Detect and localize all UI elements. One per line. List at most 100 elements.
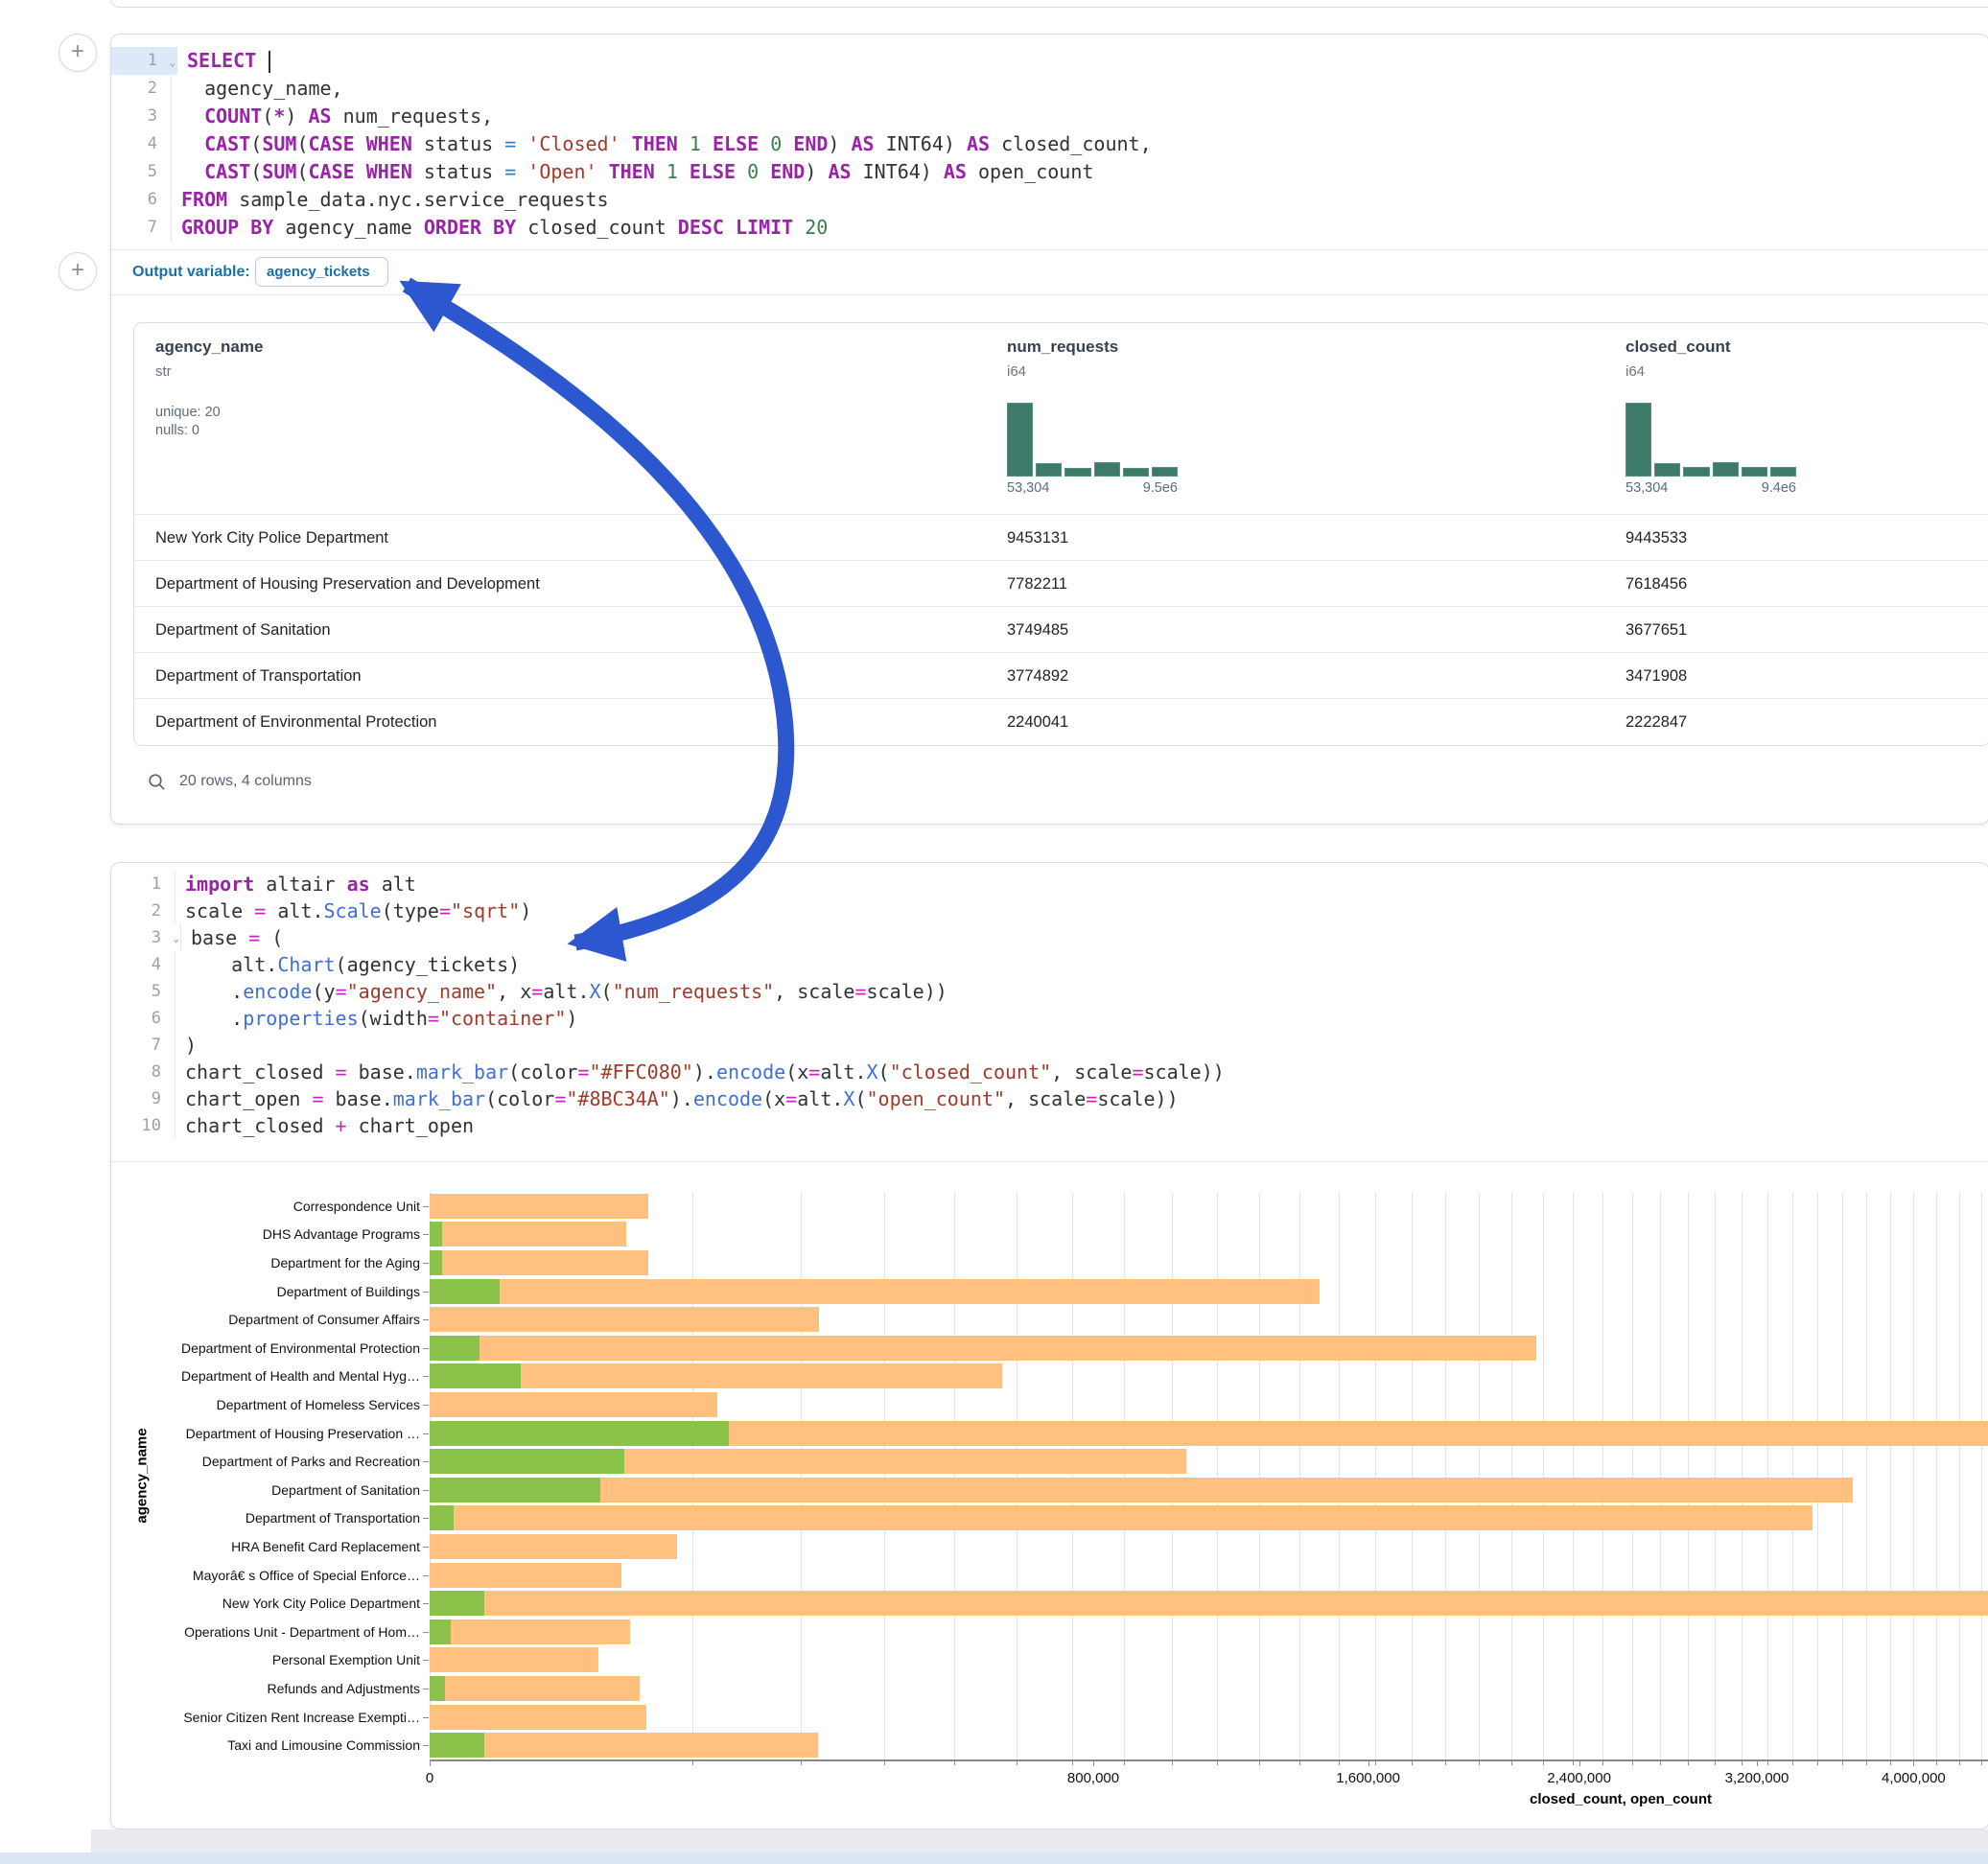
gridline	[1632, 1192, 1633, 1759]
x-axis-line	[430, 1759, 1988, 1761]
chart-bar-open	[430, 1676, 445, 1701]
code-line[interactable]: 2scale = alt.Scale(type="sqrt")	[111, 897, 1988, 924]
code-line[interactable]: 9chart_open = base.mark_bar(color="#8BC3…	[111, 1085, 1988, 1112]
code-line[interactable]: 4 alt.Chart(agency_tickets)	[111, 951, 1988, 978]
column-stat: nulls: 0	[155, 423, 263, 438]
column-header[interactable]: num_requestsi6453,3049.5e6	[1007, 338, 1118, 380]
gridline	[1688, 1192, 1689, 1759]
code-line[interactable]: 7)	[111, 1032, 1988, 1059]
column-header[interactable]: closed_counti6453,3049.4e6	[1625, 338, 1731, 380]
chart-bar-closed	[430, 1705, 646, 1730]
y-axis-tick	[423, 1348, 429, 1349]
output-variable-bar: Output variable: agency_tickets	[111, 249, 1988, 294]
gridline	[884, 1192, 885, 1759]
code-line[interactable]: 6FROM sample_data.nyc.service_requests	[111, 186, 1988, 214]
x-axis-tick-label: 3,200,000	[1725, 1770, 1789, 1786]
y-axis-label: Mayorâ€ s Office of Special Enforce…	[193, 1568, 420, 1583]
x-axis-tick-label: 800,000	[1067, 1770, 1119, 1786]
column-histogram	[1007, 404, 1178, 477]
table-cell: Department of Environmental Protection	[155, 699, 436, 745]
chart-bar-closed	[430, 1563, 621, 1588]
histogram-bar	[1713, 462, 1739, 477]
code-text: chart_closed + chart_open	[175, 1112, 474, 1139]
code-text: alt.Chart(agency_tickets)	[175, 951, 520, 978]
add-cell-button[interactable]	[58, 252, 97, 291]
sql-cell-card: 1⌄SELECT 2 agency_name,3 COUNT(*) AS num…	[110, 34, 1988, 825]
search-icon[interactable]	[148, 773, 166, 791]
y-axis-label: Department for the Aging	[270, 1255, 420, 1270]
x-axis-tick-major	[1913, 1759, 1914, 1766]
chart-bar-closed	[430, 1733, 818, 1758]
y-axis-tick	[423, 1292, 429, 1293]
fold-chevron-icon[interactable]: ⌄	[169, 48, 175, 76]
column-name: closed_count	[1625, 338, 1731, 357]
code-line[interactable]: 3⌄base = (	[111, 924, 1988, 951]
chart-y-axis-labels: Correspondence UnitDHS Advantage Program…	[0, 1192, 432, 1759]
chart-bar-closed	[430, 1505, 1813, 1530]
page-background-strip	[91, 1829, 1988, 1852]
table-cell: 9453131	[1007, 515, 1068, 561]
table-cell: 7782211	[1007, 561, 1067, 607]
table-row: New York City Police Department945313194…	[134, 514, 1988, 561]
table-row: Department of Housing Preservation and D…	[134, 560, 1988, 607]
y-axis-tick	[423, 1603, 429, 1604]
code-line[interactable]: 4 CAST(SUM(CASE WHEN status = 'Closed' T…	[111, 130, 1988, 158]
code-line[interactable]: 8chart_closed = base.mark_bar(color="#FF…	[111, 1059, 1988, 1085]
y-axis-label: New York City Police Department	[222, 1596, 420, 1611]
fold-chevron-icon[interactable]: ⌄	[173, 925, 179, 952]
y-axis-tick	[423, 1547, 429, 1548]
code-line[interactable]: 10chart_closed + chart_open	[111, 1112, 1988, 1139]
gridline	[1817, 1192, 1818, 1759]
gridline	[1842, 1192, 1843, 1759]
line-number: 6	[111, 1005, 175, 1032]
chart-bar-closed	[430, 1194, 648, 1219]
chart-bar-closed	[430, 1647, 598, 1672]
code-line[interactable]: 1import altair as alt	[111, 871, 1988, 897]
gridline	[1866, 1192, 1867, 1759]
code-text: base = (	[181, 924, 283, 951]
output-variable-input[interactable]: agency_tickets	[255, 257, 388, 287]
histogram-bar	[1007, 403, 1033, 477]
column-name: agency_name	[155, 338, 263, 357]
table-cell: 7618456	[1625, 561, 1687, 607]
python-code-editor[interactable]: 1import altair as alt2scale = alt.Scale(…	[111, 871, 1988, 1139]
code-line[interactable]: 5 .encode(y="agency_name", x=alt.X("num_…	[111, 978, 1988, 1005]
code-line[interactable]: 5 CAST(SUM(CASE WHEN status = 'Open' THE…	[111, 158, 1988, 186]
result-table[interactable]: agency_namestrunique: 20nulls: 0num_requ…	[133, 322, 1988, 746]
chart-bar-closed	[430, 1307, 819, 1332]
gridline	[1412, 1192, 1413, 1759]
sql-code-editor[interactable]: 1⌄SELECT 2 agency_name,3 COUNT(*) AS num…	[111, 47, 1988, 242]
y-axis-tick	[423, 1461, 429, 1462]
line-number: 4	[111, 951, 175, 978]
chart-bar-open	[430, 1279, 500, 1304]
code-line[interactable]: 1⌄SELECT	[111, 47, 1988, 75]
code-text: agency_name,	[172, 75, 343, 103]
gridline	[1792, 1192, 1793, 1759]
gridline	[1072, 1192, 1073, 1759]
chart-bar-closed	[430, 1591, 1988, 1616]
gridline	[801, 1192, 802, 1759]
histogram-bar	[1064, 468, 1090, 477]
gridline	[1913, 1192, 1914, 1759]
column-header[interactable]: agency_namestrunique: 20nulls: 0	[155, 338, 263, 438]
add-cell-button[interactable]	[58, 34, 97, 72]
chart-bar-open	[430, 1250, 442, 1275]
table-row: Department of Transportation377489234719…	[134, 652, 1988, 699]
code-line[interactable]: 6 .properties(width="container")	[111, 1005, 1988, 1032]
y-axis-label: Department of Health and Mental Hyg…	[181, 1368, 420, 1384]
histogram-bar	[1036, 463, 1062, 477]
text-cursor	[269, 51, 270, 73]
y-axis-label: Department of Consumer Affairs	[228, 1312, 420, 1327]
y-axis-tick	[423, 1717, 429, 1718]
chart-bar-closed	[430, 1676, 640, 1701]
histogram-min-label: 53,304	[1007, 480, 1049, 496]
code-line[interactable]: 3 COUNT(*) AS num_requests,	[111, 103, 1988, 130]
table-cell: 3749485	[1007, 607, 1068, 653]
y-axis-label: Taxi and Limousine Commission	[227, 1737, 420, 1753]
column-stat: unique: 20	[155, 405, 263, 420]
histogram-bar	[1625, 403, 1651, 477]
code-line[interactable]: 2 agency_name,	[111, 75, 1988, 103]
gridline	[1445, 1192, 1446, 1759]
y-axis-tick	[423, 1376, 429, 1377]
code-line[interactable]: 7GROUP BY agency_name ORDER BY closed_co…	[111, 214, 1988, 242]
